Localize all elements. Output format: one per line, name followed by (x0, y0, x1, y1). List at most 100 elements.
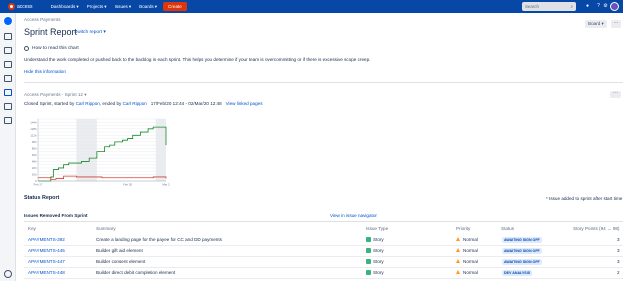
board-button-label: Board (588, 21, 601, 26)
status-badge: AWAITING SIGN OFF (502, 248, 542, 254)
issue-type: Story (366, 259, 384, 264)
priority-normal-icon (456, 237, 460, 241)
project-settings-icon[interactable] (4, 270, 12, 278)
chevron-down-icon: ▾ (76, 3, 79, 9)
chevron-down-icon: ▾ (128, 3, 132, 9)
issue-story-points: 2 (617, 270, 620, 275)
linked-pages-link[interactable]: View linked pages (226, 101, 263, 106)
header-summary[interactable]: Summary (96, 226, 116, 231)
notifications-icon[interactable]: ● (584, 3, 591, 10)
switch-report-dropdown[interactable]: Switch report ▾ (74, 30, 106, 35)
sprint-info-mid: , ended by (99, 101, 122, 106)
sprint-info: Closed Sprint, started by Carl Rippon, e… (24, 101, 263, 106)
settings-gear-icon[interactable]: ⚙ (602, 3, 609, 10)
issue-story-points: 3 (617, 237, 620, 242)
started-by-link[interactable]: Carl Rippon (76, 101, 100, 106)
info-icon (24, 46, 29, 51)
priority-label: Normal (463, 270, 478, 275)
issue-summary: Builder gift aid element (96, 248, 143, 253)
page-title: Sprint Report (24, 27, 78, 37)
removed-issues-title: Issues Removed From Sprint (24, 213, 88, 218)
project-avatar[interactable] (3, 16, 13, 26)
hide-information-link[interactable]: Hide this information (24, 69, 66, 74)
issue-key-link[interactable]: APAYMENTS-447 (28, 259, 65, 264)
releases-icon[interactable] (4, 61, 12, 68)
nav-boards[interactable]: Boards ▾ (139, 4, 157, 10)
issue-priority: Normal (456, 248, 478, 253)
board-icon[interactable] (4, 47, 12, 54)
components-icon[interactable] (4, 117, 12, 124)
switch-report-label: Switch report (74, 30, 102, 35)
y-tick-label: 16h (32, 172, 37, 176)
search-input[interactable]: Search ⌕ (522, 2, 576, 11)
reports-icon[interactable] (4, 75, 12, 82)
status-note: * Issue added to sprint after start time (546, 196, 623, 201)
issue-story-points: 3 (617, 248, 620, 253)
issue-navigator-link[interactable]: View in issue navigator (330, 213, 377, 218)
status-badge: AWAITING SIGN OFF (502, 259, 542, 265)
issue-key-link[interactable]: APAYMENTS-445 (28, 248, 65, 253)
table-row: APAYMENTS-445 Builder gift aid element S… (24, 246, 623, 257)
header-story-points[interactable]: Story Points (94 → 98) (573, 226, 619, 231)
search-placeholder: Search (525, 4, 539, 9)
nav-projects[interactable]: Projects ▾ (87, 4, 107, 10)
create-button[interactable]: Create (163, 2, 187, 11)
issue-type: Story (366, 237, 384, 242)
y-tick-label: 32h (32, 166, 37, 170)
table-row: APAYMENTS-447 Builder consent element St… (24, 257, 623, 268)
help-title: How to read this chart (32, 46, 79, 51)
sprint-dates: 17/Feb/20 12:44 - 02/Mar/20 12:48 (150, 101, 222, 106)
status-badge: AWAITING SIGN OFF (502, 237, 542, 243)
sprint-more-button[interactable]: ··· (610, 91, 621, 98)
issue-key-link[interactable]: APAYMENTS-392 (28, 237, 65, 242)
header-status[interactable]: Status (501, 226, 514, 231)
sprint-burnup-chart: 016h32h48h64h80h96h112h128h144hFeb 17 Feb… (30, 118, 170, 187)
sprint-selector[interactable]: Access Payments - Sprint 12 ▾ (24, 92, 87, 98)
sprint-info-prefix: Closed Sprint, started by (24, 101, 75, 106)
issue-type-label: Story (373, 270, 384, 275)
issue-priority: Normal (456, 259, 478, 264)
backlog-icon[interactable] (4, 33, 12, 40)
header-priority[interactable]: Priority (456, 226, 470, 231)
chevron-down-icon: ▾ (103, 30, 106, 35)
y-tick-label: 48h (32, 159, 37, 163)
issue-status: AWAITING SIGN OFF (502, 237, 542, 243)
issues-icon[interactable] (4, 103, 12, 110)
weekend-band (76, 119, 97, 181)
nav-issues-label: Issues (114, 4, 128, 9)
x-tick-label: Feb 17 (34, 183, 43, 187)
header-issue-type[interactable]: Issue Type (366, 226, 388, 231)
nav-issues[interactable]: Issues ▾ (115, 4, 132, 10)
help-description: Understand the work completed or pushed … (24, 57, 371, 62)
issue-story-points: 3 (617, 259, 620, 264)
story-icon (366, 248, 371, 253)
issue-key-link[interactable]: APAYMENTS-448 (28, 270, 65, 275)
nav-boards-label: Boards (139, 4, 154, 9)
nav-dashboards[interactable]: Dashboards ▾ (51, 4, 79, 10)
issue-type: Story (366, 248, 384, 253)
ended-by-link[interactable]: Carl Rippon (123, 101, 147, 106)
help-icon[interactable]: ? (595, 3, 602, 10)
header-key[interactable]: Key (28, 226, 36, 231)
project-sidebar (0, 13, 16, 281)
chevron-down-icon: ▾ (84, 92, 87, 97)
reports-active-icon[interactable] (4, 89, 12, 96)
table-row: APAYMENTS-448 Builder direct debit compl… (24, 268, 623, 279)
priority-label: Normal (463, 248, 478, 253)
board-button[interactable]: Board ▾ (585, 20, 607, 28)
story-icon (366, 237, 371, 242)
issue-status: DEV ANALYSIS (502, 270, 533, 276)
y-tick-label: 128h (30, 127, 37, 131)
priority-normal-icon (456, 248, 460, 252)
issue-status: AWAITING SIGN OFF (502, 248, 542, 254)
header-more-button[interactable]: ··· (611, 20, 621, 28)
user-avatar[interactable] (610, 2, 619, 11)
logo-mark-icon (8, 3, 15, 10)
issue-type-label: Story (373, 237, 384, 242)
app-logo[interactable]: access (8, 3, 33, 10)
x-tick-label: Feb 28 (123, 183, 132, 187)
story-icon (366, 259, 371, 264)
table-divider (24, 221, 623, 222)
breadcrumb[interactable]: Access Payments (24, 17, 61, 22)
main-content: Access Payments Sprint Report Switch rep… (16, 13, 623, 281)
